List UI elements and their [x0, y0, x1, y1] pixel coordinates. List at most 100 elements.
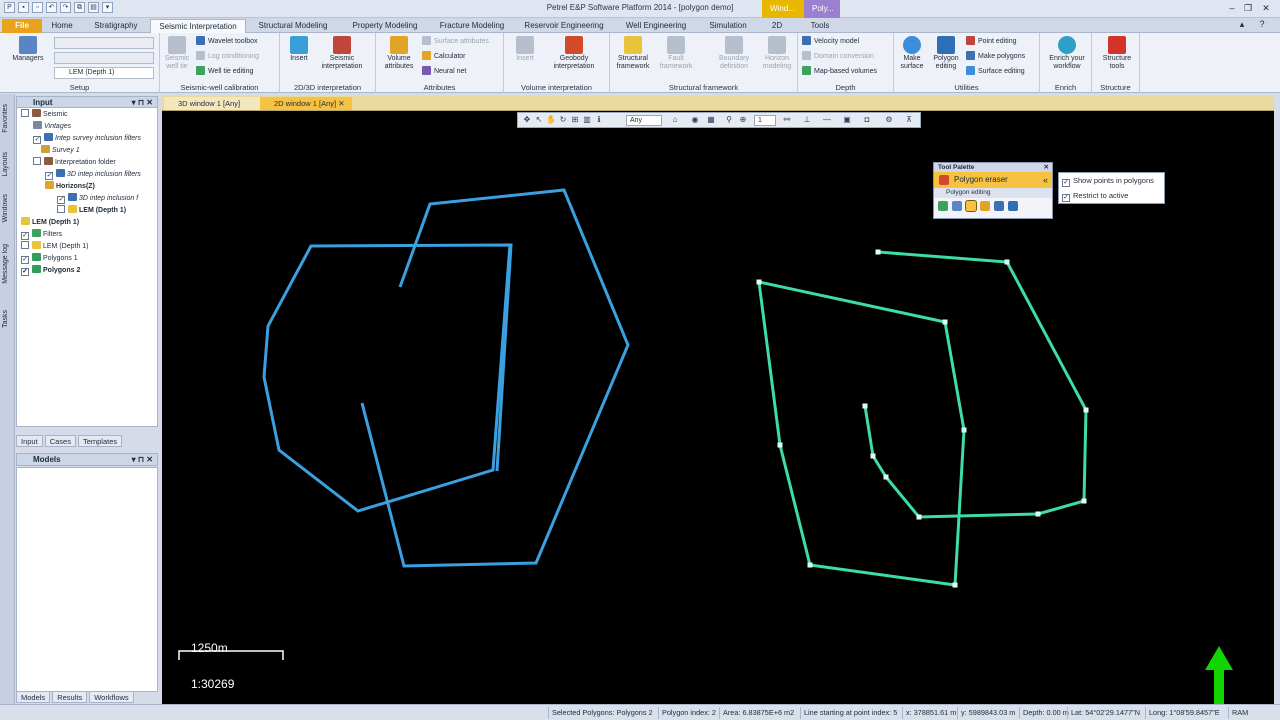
tab-2d[interactable]: 2D	[762, 19, 792, 33]
option-show-points[interactable]: ✓ Show points in polygons	[1059, 174, 1164, 188]
managers-button[interactable]: Managers	[8, 36, 48, 63]
tree-item[interactable]: Survey 1	[41, 145, 80, 157]
sidebar-tab-layouts[interactable]: Layouts	[2, 152, 9, 177]
setup-dropdown[interactable]: LEM (Depth 1)	[54, 67, 154, 79]
tab-input[interactable]: Input	[16, 435, 43, 447]
tab-reservoir-engineering[interactable]: Reservoir Engineering	[516, 19, 612, 33]
polygon-vertex[interactable]	[952, 582, 958, 588]
connect-icon[interactable]	[980, 201, 990, 211]
smooth-icon[interactable]	[994, 201, 1004, 211]
tree-item[interactable]: LEM (Depth 1)	[21, 217, 79, 229]
domain-conversion-button[interactable]: Domain conversion	[802, 51, 874, 63]
tree-checkbox[interactable]: ✓	[21, 232, 29, 240]
tab-results[interactable]: Results	[52, 691, 88, 703]
tree-item[interactable]: ✓ 3D intep inclusion f	[57, 193, 138, 205]
polygon-vertex[interactable]	[1081, 498, 1087, 504]
polygon-vertex[interactable]	[916, 514, 922, 520]
tab-cases[interactable]: Cases	[44, 435, 76, 447]
polygon-vertex[interactable]	[777, 442, 783, 448]
map-viewport[interactable]: ✥ ↖ ✋ ↻ ⊞ ▥ ℹ Any ⌂ ◉ ▦ ⚲ ⊕ 1 ⚯ ⊥ ― ▣ ◘ …	[162, 111, 1274, 704]
tree-item[interactable]: ✓ Polygons 1	[21, 253, 78, 265]
polygon-vertex[interactable]	[883, 474, 889, 480]
context-tab-window[interactable]: Wind...	[762, 0, 804, 18]
polygons-2-line[interactable]	[863, 250, 1088, 519]
tree-item[interactable]: Interpretation folder	[33, 157, 116, 169]
tree-item[interactable]: ✓ Filters	[21, 229, 62, 241]
tab-well-engineering[interactable]: Well Engineering	[616, 19, 696, 33]
point-editing-button[interactable]: Point editing	[966, 36, 1017, 48]
checkbox[interactable]: ✓	[1062, 179, 1070, 187]
map-based-volumes-button[interactable]: Map-based volumes	[802, 66, 877, 78]
tree-checkbox[interactable]	[21, 109, 29, 117]
polygons-1-line[interactable]	[262, 243, 513, 513]
tree-checkbox[interactable]: ✓	[33, 136, 41, 144]
boundary-definition-button[interactable]: Boundary definition	[712, 36, 756, 71]
tab-structural-modeling[interactable]: Structural Modeling	[250, 19, 336, 33]
sidebar-tab-tasks[interactable]: Tasks	[2, 310, 9, 328]
palette-close-icon[interactable]: ✕	[1044, 163, 1049, 172]
tab-models[interactable]: Models	[16, 691, 51, 703]
enrich-workflow-button[interactable]: Enrich your workflow	[1044, 36, 1090, 71]
tab-seismic-interpretation[interactable]: Seismic Interpretation	[150, 19, 246, 33]
seismic-well-tie-button[interactable]: Seismic well tie	[162, 36, 192, 71]
tab-3d-window[interactable]: 3D window 1 [Any]	[164, 97, 260, 110]
cut-icon[interactable]	[1008, 201, 1018, 211]
tree-checkbox[interactable]	[57, 205, 65, 213]
polygon-vertex[interactable]	[961, 427, 967, 433]
tab-property-modeling[interactable]: Property Modeling	[340, 19, 430, 33]
tree-checkbox[interactable]: ✓	[21, 268, 29, 276]
eraser-tool-icon[interactable]	[965, 200, 977, 212]
structural-framework-button[interactable]: Structural framework	[612, 36, 654, 71]
tree-checkbox[interactable]: ✓	[45, 172, 53, 180]
setup-combo-2[interactable]	[54, 52, 154, 64]
polygon-vertex[interactable]	[870, 453, 876, 459]
structure-tools-button[interactable]: Structure tools	[1096, 36, 1138, 71]
tree-checkbox[interactable]: ✓	[57, 196, 65, 204]
setup-combo-1[interactable]	[54, 37, 154, 49]
volume-insert-button[interactable]: Insert	[510, 36, 540, 63]
close-tab-icon[interactable]: ✕	[338, 99, 344, 108]
minimize-icon[interactable]: –	[1226, 3, 1238, 15]
surface-editing-button[interactable]: Surface editing	[966, 66, 1025, 78]
tree-item[interactable]: ✓ Polygons 2	[21, 265, 80, 277]
tab-simulation[interactable]: Simulation	[700, 19, 756, 33]
polygon-vertex[interactable]	[756, 279, 762, 285]
active-tool[interactable]: Polygon eraser «	[934, 172, 1052, 188]
context-tab-polygon[interactable]: Poly...	[804, 0, 840, 18]
polygon-vertex[interactable]	[862, 403, 868, 409]
help-icon[interactable]: ?	[1256, 19, 1268, 31]
tree-item[interactable]: Vintages	[33, 121, 71, 133]
tree-checkbox[interactable]: ✓	[21, 256, 29, 264]
checkbox[interactable]: ✓	[1062, 194, 1070, 202]
models-panel-controls-icon[interactable]: ▾ ⊓ ✕	[132, 454, 153, 465]
option-restrict-active[interactable]: ✓ Restrict to active	[1059, 189, 1164, 203]
tree-checkbox[interactable]	[21, 241, 29, 249]
tab-templates[interactable]: Templates	[77, 435, 123, 447]
close-icon[interactable]: ✕	[1260, 3, 1272, 15]
tab-file[interactable]: File	[2, 19, 42, 33]
seismic-interpretation-button[interactable]: Seismic interpretation	[316, 36, 368, 71]
wavelet-toolbox-button[interactable]: Wavelet toolbox	[196, 36, 258, 48]
velocity-model-button[interactable]: Velocity model	[802, 36, 859, 48]
tree-item[interactable]: Seismic	[21, 109, 68, 121]
polygon-vertex[interactable]	[1083, 407, 1089, 413]
polygon-vertex[interactable]	[1004, 259, 1010, 265]
polygon-vertex[interactable]	[1035, 511, 1041, 517]
polygon-vertex[interactable]	[807, 562, 813, 568]
insert-button[interactable]: Insert	[284, 36, 314, 63]
tab-workflows[interactable]: Workflows	[89, 691, 134, 703]
tree-checkbox[interactable]	[33, 157, 41, 165]
log-conditioning-button[interactable]: Log conditioning	[196, 51, 259, 63]
tree-item[interactable]: Horizons(Z)	[45, 181, 95, 193]
polygon-editing-button[interactable]: Polygon editing	[930, 36, 962, 71]
surface-attributes-button[interactable]: Surface attributes	[422, 36, 489, 48]
restore-icon[interactable]: ❐	[1242, 3, 1254, 15]
palette-section[interactable]: Polygon editing	[934, 188, 1052, 198]
ribbon-minimize-icon[interactable]: ▴	[1236, 19, 1248, 31]
polygon-vertex[interactable]	[875, 249, 881, 255]
make-surface-button[interactable]: Make surface	[898, 36, 926, 71]
tab-tools[interactable]: Tools	[800, 19, 840, 33]
calculator-button[interactable]: Calculator	[422, 51, 466, 63]
tree-item[interactable]: ✓ Intep survey inclusion filters	[33, 133, 141, 145]
sidebar-tab-favorites[interactable]: Favorites	[2, 104, 9, 133]
